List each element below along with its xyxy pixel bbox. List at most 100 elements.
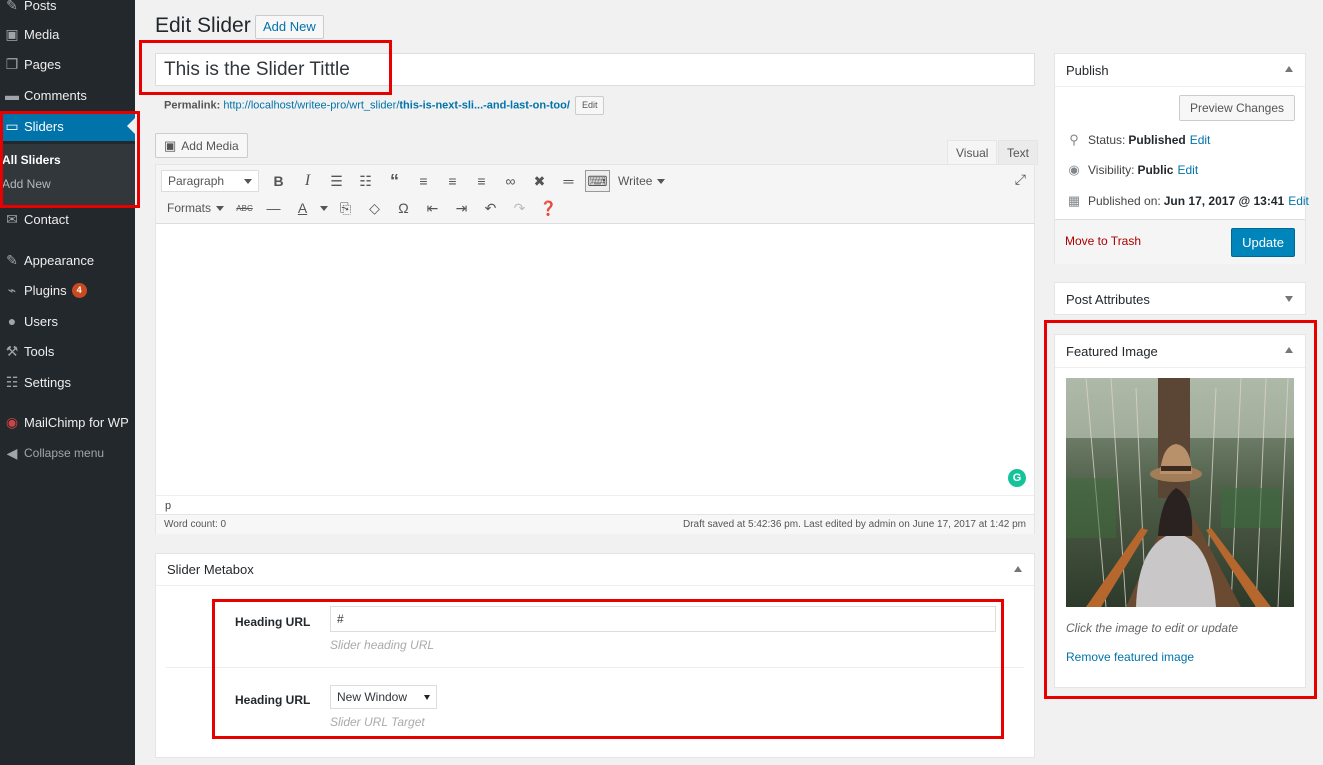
strikethrough-icon[interactable]: ABC <box>230 195 259 221</box>
plugin-icon: ⌁ <box>7 281 17 298</box>
editor-path: p <box>156 495 1034 515</box>
collapse-menu-button[interactable]: ◀ Collapse menu <box>0 438 135 468</box>
paste-text-icon[interactable]: ⎘ <box>331 195 360 221</box>
expand-arrow-icon[interactable] <box>1285 296 1293 302</box>
editor-status-bar: Word count: 0 Draft saved at 5:42:36 pm.… <box>156 514 1034 534</box>
heading-url-input[interactable] <box>330 606 996 632</box>
align-left-icon[interactable]: ≡ <box>409 168 438 194</box>
numbered-list-icon[interactable]: ☷ <box>351 168 380 194</box>
menu-media[interactable]: ▣ Media <box>0 19 135 49</box>
link-icon[interactable]: ∞ <box>496 168 525 194</box>
bold-icon[interactable]: B <box>264 168 293 194</box>
visibility-edit-link[interactable]: Edit <box>1177 163 1198 177</box>
menu-comments[interactable]: ▬ Comments <box>0 80 135 110</box>
format-select[interactable]: Paragraph <box>161 170 259 192</box>
publish-title: Publish <box>1066 62 1109 78</box>
publish-actions: Move to Trash Update <box>1055 219 1305 264</box>
tab-visual[interactable]: Visual <box>947 140 998 165</box>
comments-icon: ▬ <box>5 87 19 103</box>
published-on-row: ▦ Published on: Jun 17, 2017 @ 13:41 Edi… <box>1066 193 1309 209</box>
menu-plugins[interactable]: ⌁ Plugins 4 <box>0 275 135 305</box>
status-row: ⚲ Status: Published Edit <box>1066 132 1210 148</box>
pin-icon: ⚲ <box>1069 132 1079 147</box>
writee-menu[interactable]: Writee <box>612 174 671 188</box>
bullet-list-icon[interactable]: ☰ <box>322 168 351 194</box>
submenu-add-new[interactable]: Add New <box>2 177 51 191</box>
add-media-button[interactable]: ▣ Add Media <box>155 133 248 158</box>
menu-tools[interactable]: ⚒ Tools <box>0 336 135 366</box>
chevron-down-icon[interactable] <box>317 195 331 221</box>
remove-featured-image-link[interactable]: Remove featured image <box>1066 650 1194 664</box>
undo-icon[interactable]: ↶ <box>476 195 505 221</box>
collapse-arrow-icon[interactable] <box>1285 66 1293 72</box>
preview-changes-button[interactable]: Preview Changes <box>1178 95 1295 121</box>
formats-menu[interactable]: Formats <box>161 201 230 215</box>
menu-contact[interactable]: ✉ Contact <box>0 204 135 234</box>
blockquote-icon[interactable]: “ <box>380 168 409 194</box>
permalink-edit-button[interactable]: Edit <box>574 96 605 115</box>
tab-text[interactable]: Text <box>998 140 1039 165</box>
url-target-value: New Window <box>337 690 408 704</box>
menu-sliders[interactable]: ▭ Sliders <box>0 111 135 141</box>
chevron-down-icon <box>216 205 225 211</box>
unlink-icon[interactable]: ✖ <box>525 168 554 194</box>
url-target-select[interactable]: New Window <box>330 685 437 709</box>
align-center-icon[interactable]: ≡ <box>438 168 467 194</box>
metabox-title: Slider Metabox <box>167 562 254 577</box>
draft-status: Draft saved at 5:42:36 pm. Last edited b… <box>683 519 1026 530</box>
featured-image-thumbnail[interactable] <box>1066 378 1294 607</box>
visibility-label: Visibility: <box>1088 163 1135 177</box>
text-color-icon[interactable]: A <box>288 195 317 221</box>
status-edit-link[interactable]: Edit <box>1190 133 1211 147</box>
metabox-header[interactable]: Slider Metabox <box>156 554 1034 586</box>
formats-menu-label: Formats <box>167 201 212 215</box>
editor-content-area[interactable]: G <box>156 224 1034 495</box>
align-right-icon[interactable]: ≡ <box>467 168 496 194</box>
fullscreen-icon[interactable]: ⤢ <box>1015 171 1026 188</box>
menu-pages[interactable]: ❐ Pages <box>0 49 135 79</box>
mailchimp-icon: ◉ <box>5 413 19 430</box>
permalink-base: http://localhost/writee-pro/wrt_slider/ <box>223 99 400 112</box>
outdent-icon[interactable]: ⇤ <box>418 195 447 221</box>
update-button[interactable]: Update <box>1231 228 1295 257</box>
clear-format-icon[interactable]: ◇ <box>360 195 389 221</box>
status-label: Status: <box>1088 133 1126 147</box>
editor-toolbar: Paragraph B I ☰ ☷ “ ≡ ≡ ≡ ∞ ✖ ═ ⌨ Writee… <box>156 165 1034 224</box>
featured-image-header[interactable]: Featured Image <box>1055 335 1305 368</box>
field-divider <box>166 667 1024 668</box>
grammarly-icon[interactable]: G <box>1008 469 1026 487</box>
horizontal-line-icon[interactable]: — <box>259 195 288 221</box>
help-icon[interactable]: ❓ <box>534 195 563 221</box>
menu-appearance[interactable]: ✎ Appearance <box>0 245 135 275</box>
toolbar-row-2: Formats ABC — A ⎘ ◇ Ω ⇤ ⇥ ↶ ↷ ❓ <box>161 195 563 221</box>
read-more-icon[interactable]: ═ <box>554 168 583 194</box>
submenu-all-sliders[interactable]: All Sliders <box>2 153 61 167</box>
special-char-icon[interactable]: Ω <box>389 195 418 221</box>
permalink-slug: this-is-next-sli...-and-last-on-too/ <box>399 99 570 112</box>
published-label: Published on: <box>1088 194 1161 208</box>
move-to-trash-link[interactable]: Move to Trash <box>1065 234 1141 248</box>
featured-image-box: Featured Image Click the image to edit o… <box>1054 334 1306 688</box>
publish-header[interactable]: Publish <box>1055 54 1305 87</box>
indent-icon[interactable]: ⇥ <box>447 195 476 221</box>
menu-settings[interactable]: ☷ Settings <box>0 367 135 397</box>
add-new-button[interactable]: Add New <box>255 15 324 39</box>
collapse-arrow-icon[interactable] <box>1285 347 1293 353</box>
redo-icon[interactable]: ↷ <box>505 195 534 221</box>
post-attributes-header[interactable]: Post Attributes <box>1055 283 1305 316</box>
url-target-description: Slider URL Target <box>330 715 425 729</box>
toolbar-toggle-icon[interactable]: ⌨ <box>585 170 610 192</box>
collapse-arrow-icon[interactable] <box>1014 566 1022 572</box>
publish-box: Publish Preview Changes ⚲ Status: Publis… <box>1054 53 1309 264</box>
published-value: Jun 17, 2017 @ 13:41 <box>1163 194 1285 208</box>
menu-users[interactable]: ● Users <box>0 306 135 336</box>
heading-url-label: Heading URL <box>235 615 311 629</box>
menu-mailchimp[interactable]: ◉ MailChimp for WP <box>0 407 135 437</box>
post-title-input[interactable] <box>155 53 1035 86</box>
italic-icon[interactable]: I <box>293 168 322 194</box>
permalink-link[interactable]: http://localhost/writee-pro/wrt_slider/t… <box>223 99 570 111</box>
pages-icon: ❐ <box>5 55 19 72</box>
visibility-value: Public <box>1137 163 1174 177</box>
published-edit-link[interactable]: Edit <box>1288 194 1309 208</box>
menu-posts[interactable]: ✎ Posts <box>0 0 135 20</box>
